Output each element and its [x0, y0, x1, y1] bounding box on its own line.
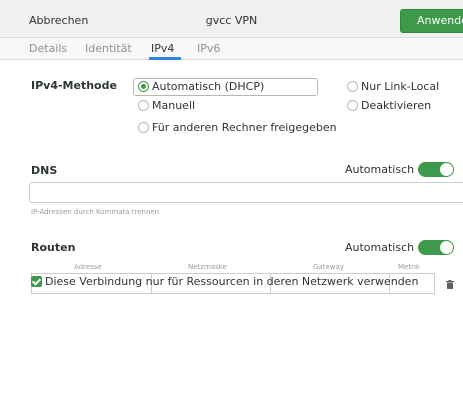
dns-label: DNS — [31, 164, 58, 177]
dns-input[interactable] — [29, 182, 463, 203]
ipv4-method-label: IPv4-Methode — [31, 79, 117, 92]
only-local-checkbox-row[interactable]: Diese Verbindung nur für Ressourcen in d… — [31, 275, 418, 288]
checkbox-checked-icon[interactable] — [31, 276, 42, 287]
tab-ipv6[interactable]: IPv6 — [197, 42, 220, 55]
radio-unchecked-icon — [347, 81, 358, 92]
column-header-address: Adresse — [74, 263, 102, 271]
column-header-gateway: Gateway — [313, 263, 344, 271]
radio-manual-label: Manuell — [152, 99, 196, 112]
apply-button[interactable]: Anwenden — [400, 9, 463, 33]
routes-auto-label: Automatisch — [345, 241, 415, 254]
radio-link-local[interactable]: Nur Link-Local — [347, 80, 439, 93]
radio-shared-label: Für anderen Rechner freigegeben — [152, 121, 337, 134]
tab-ipv4[interactable]: IPv4 — [151, 42, 174, 55]
radio-unchecked-icon — [138, 122, 149, 133]
dialog-title: gvcc VPN — [205, 14, 258, 27]
delete-route-button[interactable] — [437, 276, 463, 292]
routes-label: Routen — [31, 241, 76, 254]
switch-knob — [440, 163, 453, 176]
radio-checked-icon — [138, 81, 149, 92]
radio-disable-label: Deaktivieren — [361, 99, 432, 112]
radio-auto-dhcp[interactable]: Automatisch (DHCP) — [138, 80, 264, 93]
dns-auto-switch[interactable] — [418, 162, 454, 177]
radio-unchecked-icon — [347, 100, 358, 111]
only-local-label: Diese Verbindung nur für Ressourcen in d… — [45, 275, 419, 288]
tab-bar: Details Identität IPv4 IPv6 — [0, 38, 463, 60]
trash-icon — [446, 279, 454, 289]
radio-manual[interactable]: Manuell — [138, 99, 195, 112]
radio-unchecked-icon — [138, 100, 149, 111]
switch-knob — [440, 241, 453, 254]
column-header-netmask: Netzmaske — [188, 263, 227, 271]
radio-disable[interactable]: Deaktivieren — [347, 99, 431, 112]
tab-active-indicator — [149, 57, 181, 60]
radio-auto-dhcp-label: Automatisch (DHCP) — [152, 80, 265, 93]
radio-link-local-label: Nur Link-Local — [361, 80, 440, 93]
tab-identity[interactable]: Identität — [85, 42, 132, 55]
column-header-metric: Metrik — [398, 263, 420, 271]
routes-auto-switch[interactable] — [418, 240, 454, 255]
tab-details[interactable]: Details — [29, 42, 67, 55]
dns-hint: IP-Adressen durch Kommata trennen — [31, 208, 160, 216]
dns-auto-label: Automatisch — [345, 163, 415, 176]
radio-shared[interactable]: Für anderen Rechner freigegeben — [138, 121, 337, 134]
header-bar: Abbrechen gvcc VPN Anwenden — [0, 0, 463, 38]
